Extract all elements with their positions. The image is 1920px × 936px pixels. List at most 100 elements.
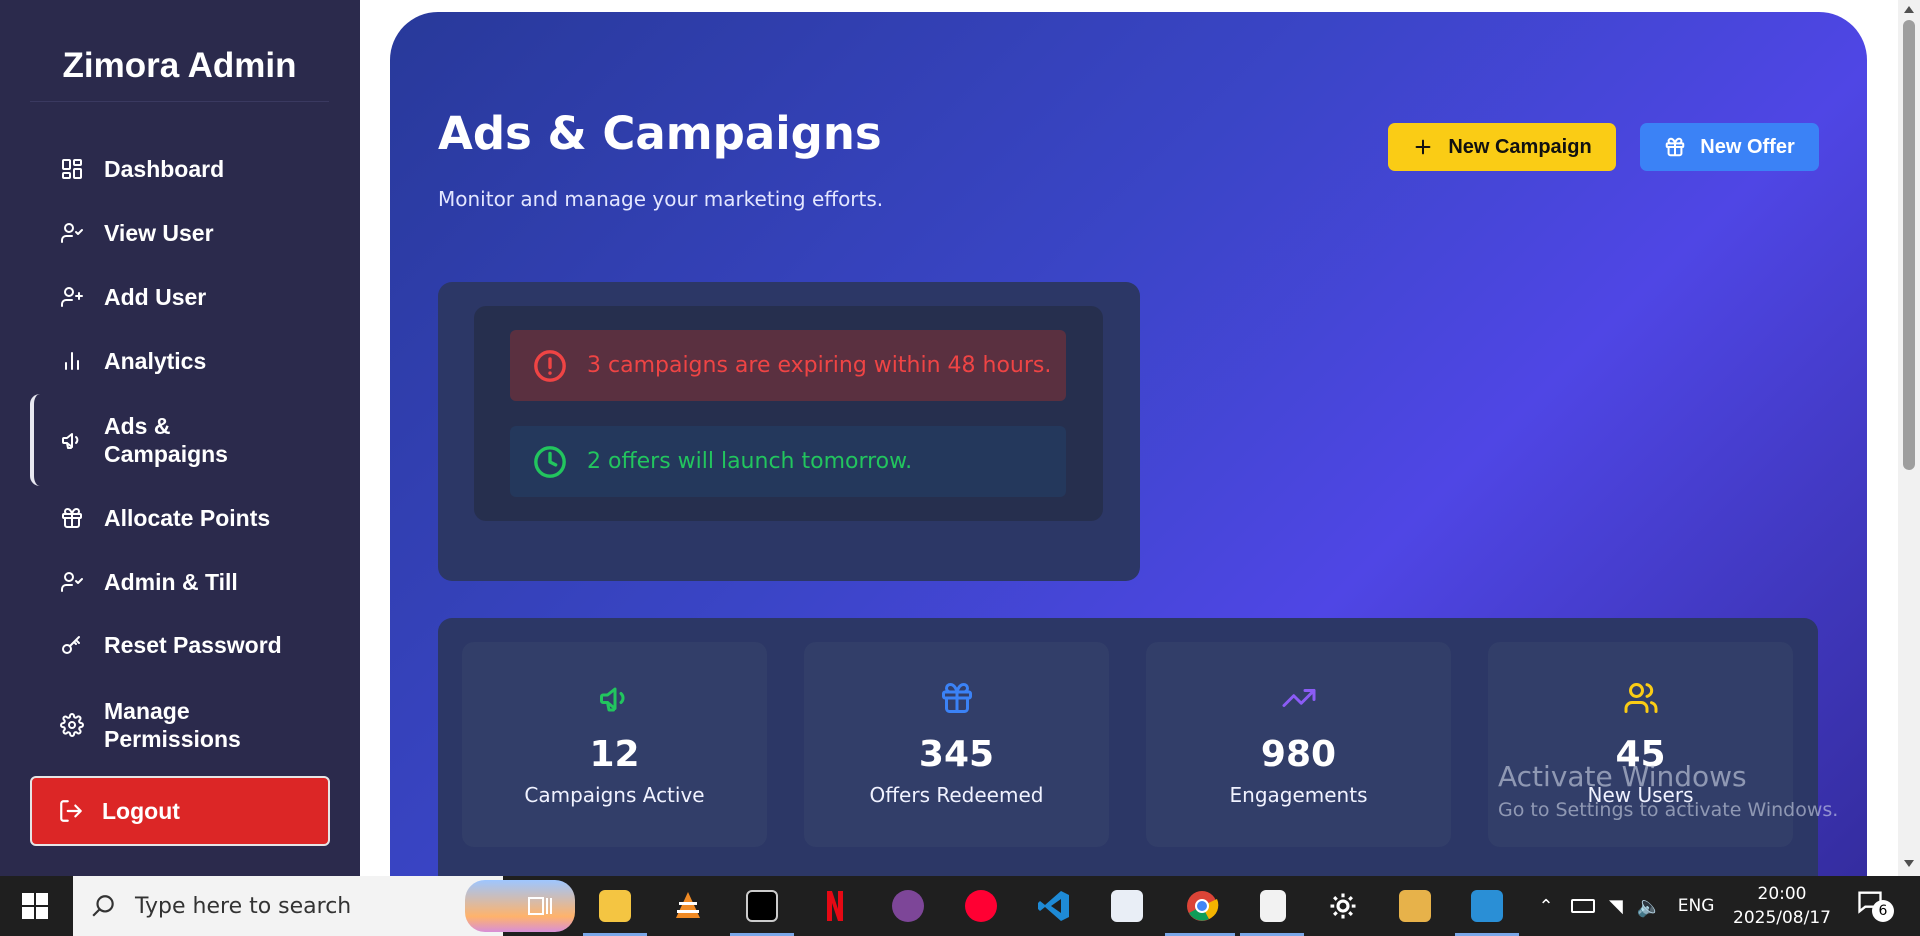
wifi-icon[interactable]: ◥: [1609, 896, 1623, 917]
new-offer-label: New Offer: [1700, 135, 1795, 158]
chrome-icon[interactable]: [1182, 886, 1222, 926]
windows-taskbar: Type here to search ⌃ ◥ 🔈 ENG 20:00 2025…: [0, 876, 1920, 936]
user-check-icon: [58, 568, 86, 596]
sidebar-item-label: Ads & Campaigns: [104, 412, 228, 468]
megaphone-icon: [58, 426, 86, 454]
taskbar-clock[interactable]: 20:00 2025/08/17: [1730, 882, 1834, 930]
alert-launch: 2 offers will launch tomorrow.: [510, 426, 1066, 497]
stat-value: 12: [589, 734, 640, 775]
notification-center-button[interactable]: 6: [1856, 888, 1894, 924]
sidebar-item-label-line2: Permissions: [104, 726, 241, 752]
bar-chart-icon: [58, 347, 86, 375]
plus-icon: [1415, 139, 1431, 155]
watermark-subtitle: Go to Settings to activate Windows.: [1498, 799, 1839, 821]
new-campaign-label: New Campaign: [1448, 135, 1592, 158]
clock-icon: [534, 445, 566, 478]
gift-icon: [58, 504, 86, 532]
page-title: Ads & Campaigns: [438, 107, 882, 160]
sidebar-item-label: Dashboard: [104, 155, 225, 182]
page-subtitle: Monitor and manage your marketing effort…: [438, 187, 884, 211]
logout-icon: [58, 798, 84, 824]
brand-title: Zimora Admin: [30, 30, 329, 102]
logout-label: Logout: [102, 797, 180, 824]
sidebar-item-label: Admin & Till: [104, 568, 238, 595]
sidebar-item-add-user[interactable]: Add User: [30, 279, 330, 315]
sidebar: Zimora Admin Dashboard View User Add Use…: [0, 0, 360, 876]
sidebar-item-label: Analytics: [104, 347, 207, 374]
stat-label: Campaigns Active: [524, 783, 705, 807]
sidebar-item-label-line2: Campaigns: [104, 441, 228, 467]
start-button[interactable]: [0, 876, 70, 936]
clock-date: 2025/08/17: [1733, 908, 1831, 928]
search-placeholder: Type here to search: [135, 893, 352, 919]
stat-card-campaigns-active: 12 Campaigns Active: [462, 642, 767, 847]
gear-icon: [58, 711, 86, 739]
scroll-thumb[interactable]: [1903, 20, 1915, 470]
sidebar-item-manage-permissions[interactable]: Manage Permissions: [30, 690, 330, 760]
sidebar-item-label: Reset Password: [104, 631, 282, 658]
settings-gear-icon[interactable]: [1323, 886, 1363, 926]
logout-button[interactable]: Logout: [30, 776, 330, 846]
file-explorer-icon[interactable]: [595, 886, 635, 926]
vlc-icon[interactable]: [668, 886, 708, 926]
sidebar-item-allocate-points[interactable]: Allocate Points: [30, 500, 330, 536]
sidebar-item-label: Add User: [104, 283, 207, 310]
language-indicator[interactable]: ENG: [1678, 896, 1715, 916]
sidebar-item-view-user[interactable]: View User: [30, 215, 330, 251]
terminal-icon[interactable]: [742, 886, 782, 926]
user-plus-icon: [58, 283, 86, 311]
new-offer-button[interactable]: New Offer: [1640, 123, 1819, 171]
alerts-panel: 3 campaigns are expiring within 48 hours…: [438, 282, 1140, 581]
sidebar-item-label-line1: Manage: [104, 698, 190, 724]
user-check-icon: [58, 219, 86, 247]
home-app-icon[interactable]: [1107, 886, 1147, 926]
new-campaign-button[interactable]: New Campaign: [1388, 123, 1616, 171]
key-icon: [58, 631, 86, 659]
sidebar-item-ads-campaigns[interactable]: Ads & Campaigns: [30, 394, 330, 486]
stat-value: 980: [1260, 734, 1337, 775]
gift-icon: [939, 680, 975, 716]
dashboard-icon: [58, 155, 86, 183]
clock-time: 20:00: [1757, 884, 1807, 904]
package-app-icon[interactable]: [1395, 886, 1435, 926]
scroll-up-arrow-icon[interactable]: [1904, 6, 1914, 13]
megaphone-icon: [597, 680, 633, 716]
stat-card-engagements: 980 Engagements: [1146, 642, 1451, 847]
stat-value: 345: [918, 734, 995, 775]
notification-count-badge: 6: [1872, 900, 1894, 922]
gift-icon: [1666, 137, 1685, 157]
photos-app-icon[interactable]: [1467, 886, 1507, 926]
stat-label: Offers Redeemed: [869, 783, 1044, 807]
tor-browser-icon[interactable]: [888, 886, 928, 926]
taskbar-search-box[interactable]: Type here to search: [73, 876, 575, 936]
sidebar-item-dashboard[interactable]: Dashboard: [30, 151, 330, 187]
page-scrollbar[interactable]: [1898, 0, 1920, 876]
netflix-icon[interactable]: [815, 886, 855, 926]
alert-circle-icon: [534, 349, 566, 382]
users-icon: [1623, 680, 1659, 716]
alert-text: 2 offers will launch tomorrow.: [587, 449, 913, 474]
volume-icon[interactable]: 🔈: [1637, 894, 1662, 918]
sidebar-item-admin-till[interactable]: Admin & Till: [30, 564, 330, 600]
sidebar-item-label: View User: [104, 219, 214, 246]
activate-windows-watermark: Activate Windows Go to Settings to activ…: [1498, 760, 1838, 821]
sidebar-item-analytics[interactable]: Analytics: [30, 343, 330, 379]
search-icon: [91, 893, 117, 919]
vscode-icon[interactable]: [1034, 886, 1074, 926]
task-view-icon[interactable]: [520, 886, 560, 926]
scroll-down-arrow-icon[interactable]: [1904, 860, 1914, 867]
sidebar-item-reset-password[interactable]: Reset Password: [30, 627, 330, 663]
sidebar-item-label: Manage Permissions: [104, 697, 241, 753]
chevron-up-icon[interactable]: ⌃: [1533, 896, 1559, 917]
youtube-music-icon[interactable]: [961, 886, 1001, 926]
stat-label: Engagements: [1229, 783, 1368, 807]
system-tray: ⌃ ◥ 🔈 ENG: [1533, 876, 1714, 936]
sidebar-item-label: Allocate Points: [104, 504, 271, 531]
stats-panel: 12 Campaigns Active 345 Offers Redeemed …: [438, 618, 1818, 892]
document-icon[interactable]: [1253, 886, 1293, 926]
trending-up-icon: [1281, 680, 1317, 716]
watermark-title: Activate Windows: [1498, 760, 1747, 793]
battery-icon[interactable]: [1571, 899, 1595, 913]
sidebar-item-label-line1: Ads &: [104, 413, 171, 439]
alert-text: 3 campaigns are expiring within 48 hours…: [587, 353, 1052, 378]
